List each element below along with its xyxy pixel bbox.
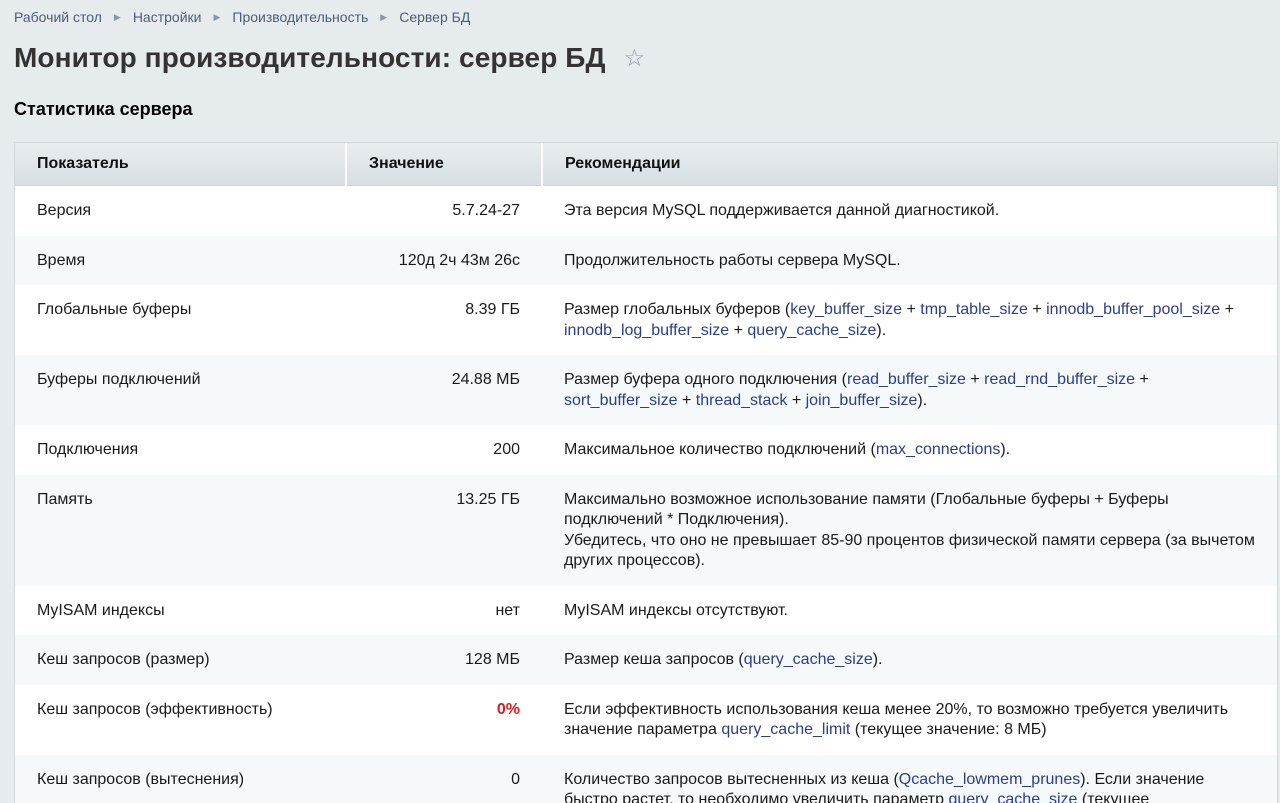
recommendation-cell: Эта версия MySQL поддерживается данной д…	[542, 186, 1277, 236]
recommendation-text: Размер глобальных буферов (	[564, 301, 790, 318]
metric-cell: Глобальные буферы	[15, 285, 346, 355]
recommendation-text: (текущее значение: 8 МБ)	[850, 721, 1046, 738]
recommendation-text: +	[966, 371, 984, 388]
parameter-link[interactable]: Qcache_lowmem_prunes	[899, 771, 1080, 788]
parameter-link[interactable]: thread_stack	[696, 392, 788, 409]
section-title: Статистика сервера	[14, 99, 192, 120]
breadcrumb-link[interactable]: Сервер БД	[399, 9, 470, 25]
column-header-metric[interactable]: Показатель	[15, 143, 346, 186]
metric-cell: Кеш запросов (эффективность)	[15, 685, 346, 755]
breadcrumb-separator-icon: ▶	[114, 12, 121, 23]
value-cell: 200	[346, 425, 542, 475]
recommendation-text: Размер буфера одного подключения (	[564, 371, 847, 388]
recommendation-cell: Продолжительность работы сервера MySQL.	[542, 236, 1277, 286]
value-cell: 13.25 ГБ	[346, 475, 542, 586]
column-header-value[interactable]: Значение	[346, 143, 542, 186]
metric-cell: MyISAM индексы	[15, 586, 346, 636]
recommendation-text: MyISAM индексы отсутствуют.	[564, 602, 788, 619]
recommendation-text: ).	[873, 651, 883, 668]
recommendation-text: ).	[917, 392, 927, 409]
parameter-link[interactable]: read_rnd_buffer_size	[984, 371, 1135, 388]
recommendation-text: +	[902, 301, 920, 318]
recommendation-text: ).	[1000, 441, 1010, 458]
parameter-link[interactable]: max_connections	[876, 441, 1001, 458]
parameter-link[interactable]: sort_buffer_size	[564, 392, 678, 409]
parameter-link[interactable]: query_cache_limit	[721, 721, 850, 738]
table-row: Кеш запросов (эффективность)0%Если эффек…	[15, 685, 1277, 755]
breadcrumb-separator-icon: ▶	[213, 12, 220, 23]
parameter-link[interactable]: query_cache_size	[744, 651, 873, 668]
recommendation-text: ).	[876, 322, 886, 339]
breadcrumb-link[interactable]: Производительность	[232, 9, 368, 25]
metric-cell: Время	[15, 236, 346, 286]
table-row: Буферы подключений24.88 МБРазмер буфера …	[15, 355, 1277, 425]
recommendation-cell: Если эффективность использования кеша ме…	[542, 685, 1277, 755]
breadcrumb: Рабочий стол ▶ Настройки ▶ Производительност…	[14, 9, 470, 25]
value-cell-warning: 0%	[346, 685, 542, 755]
value-cell: 128 МБ	[346, 635, 542, 685]
table-row: Время120д 2ч 43м 26с Продолжительность ра…	[15, 236, 1277, 286]
recommendation-text: Убедитесь, что оно не превышает 85-90 пр…	[564, 532, 1255, 570]
parameter-link[interactable]: read_buffer_size	[847, 371, 966, 388]
metric-cell: Память	[15, 475, 346, 586]
parameter-link[interactable]: key_buffer_size	[790, 301, 902, 318]
title-row: Монитор производительности: сервер БД ☆	[14, 42, 645, 74]
column-header-recommendation[interactable]: Рекомендации	[542, 143, 1277, 186]
star-icon[interactable]: ☆	[624, 44, 646, 73]
recommendation-text: Максимально возможное использование памя…	[564, 491, 1169, 529]
recommendation-text: Эта версия MySQL поддерживается данной д…	[564, 202, 999, 219]
recommendation-text: +	[678, 392, 696, 409]
value-cell: нет	[346, 586, 542, 636]
value-cell: 120д 2ч 43м 26с	[346, 236, 542, 286]
recommendation-text: +	[729, 322, 747, 339]
table-row: Подключения200Максимальное количество по…	[15, 425, 1277, 475]
recommendation-cell: Размер буфера одного подключения (read_b…	[542, 355, 1277, 425]
metric-cell: Подключения	[15, 425, 346, 475]
recommendation-text: +	[1028, 301, 1046, 318]
recommendation-text: +	[1220, 301, 1234, 318]
breadcrumb-link[interactable]: Рабочий стол	[14, 9, 102, 25]
recommendation-text: Максимальное количество подключений (	[564, 441, 876, 458]
table-row: Кеш запросов (размер)128 МБРазмер кеша з…	[15, 635, 1277, 685]
parameter-link[interactable]: tmp_table_size	[920, 301, 1028, 318]
recommendation-cell: MyISAM индексы отсутствуют.	[542, 586, 1277, 636]
recommendation-text: +	[1135, 371, 1149, 388]
metric-cell: Кеш запросов (вытеснения)	[15, 755, 346, 803]
recommendation-cell: Размер кеша запросов (query_cache_size).	[542, 635, 1277, 685]
value-cell: 8.39 ГБ	[346, 285, 542, 355]
table-row: MyISAM индексынет MyISAM индексы отсутств…	[15, 586, 1277, 636]
parameter-link[interactable]: join_buffer_size	[806, 392, 918, 409]
parameter-link[interactable]: innodb_buffer_pool_size	[1046, 301, 1220, 318]
value-cell: 5.7.24-27	[346, 186, 542, 236]
recommendation-text: Продолжительность работы сервера MySQL.	[564, 252, 901, 269]
table-row: Глобальные буферы8.39 ГБРазмер глобальны…	[15, 285, 1277, 355]
value-cell: 24.88 МБ	[346, 355, 542, 425]
metric-cell: Кеш запросов (размер)	[15, 635, 346, 685]
table-row: Версия5.7.24-27 Эта версия MySQL поддержи…	[15, 186, 1277, 236]
server-stats-table: Показатель Значение Рекомендации Версия5…	[14, 142, 1278, 803]
metric-cell: Версия	[15, 186, 346, 236]
recommendation-text: +	[787, 392, 805, 409]
metric-cell: Буферы подключений	[15, 355, 346, 425]
recommendation-cell: Максимально возможное использование памя…	[542, 475, 1277, 586]
page-title: Монитор производительности: сервер БД	[14, 42, 606, 74]
recommendation-cell: Количество запросов вытесненных из кеша …	[542, 755, 1277, 803]
breadcrumb-link[interactable]: Настройки	[133, 9, 202, 25]
breadcrumb-separator-icon: ▶	[380, 12, 387, 23]
parameter-link[interactable]: innodb_log_buffer_size	[564, 322, 729, 339]
parameter-link[interactable]: query_cache_size	[948, 791, 1077, 803]
table-row: Кеш запросов (вытеснения)0 Количество зап…	[15, 755, 1277, 803]
table-header-row: Показатель Значение Рекомендации	[15, 143, 1277, 186]
recommendation-text: Размер кеша запросов (	[564, 651, 744, 668]
recommendation-text: Количество запросов вытесненных из кеша …	[564, 771, 899, 788]
recommendation-cell: Размер глобальных буферов (key_buffer_si…	[542, 285, 1277, 355]
table-row: Память13.25 ГБ Максимально возможное испо…	[15, 475, 1277, 586]
recommendation-text: (текущее	[1077, 791, 1149, 803]
value-cell: 0	[346, 755, 542, 803]
parameter-link[interactable]: query_cache_size	[747, 322, 876, 339]
recommendation-cell: Максимальное количество подключений (max…	[542, 425, 1277, 475]
